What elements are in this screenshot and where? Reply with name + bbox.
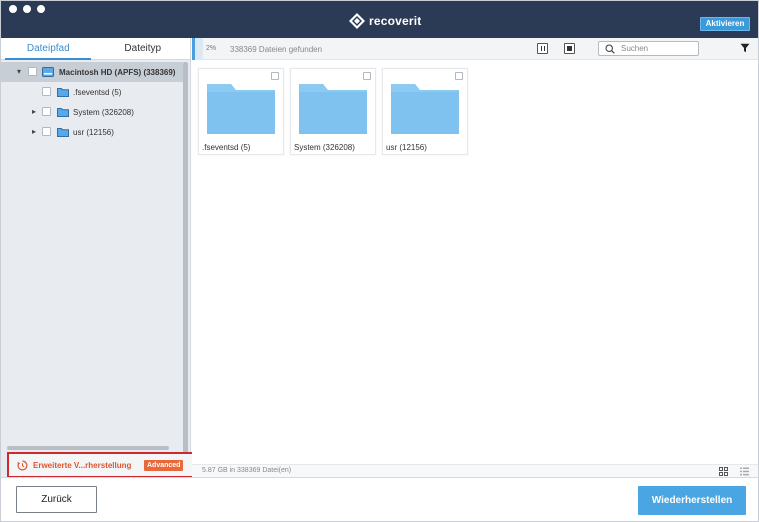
title-bar: recoverit Aktivieren bbox=[1, 1, 758, 38]
activate-button[interactable]: Aktivieren bbox=[700, 17, 750, 31]
grid-view-icon[interactable] bbox=[719, 467, 728, 476]
folder-icon bbox=[57, 107, 69, 117]
brand-name: recoverit bbox=[369, 14, 422, 28]
restore-button[interactable]: Wiederherstellen bbox=[638, 486, 746, 515]
folder-icon bbox=[57, 127, 69, 137]
tree-item-fseventsd[interactable]: .fseventsd (5) bbox=[1, 82, 183, 102]
status-bar: 5.87 GB in 338369 Datei(en) bbox=[192, 464, 758, 477]
scan-progress-percent: 2% bbox=[206, 45, 217, 52]
tree-item-label: Macintosh HD (APFS) (338369) bbox=[59, 68, 176, 77]
advanced-badge: Advanced bbox=[144, 460, 184, 471]
filter-icon[interactable] bbox=[740, 43, 750, 53]
tree-item-macintosh-hd[interactable]: ▾ Macintosh HD (APFS) (338369) bbox=[1, 62, 183, 82]
app-window: recoverit Aktivieren Dateipfad Dateityp … bbox=[0, 0, 759, 522]
search-box[interactable] bbox=[598, 41, 699, 56]
tab-file-path[interactable]: Dateipfad bbox=[1, 38, 96, 59]
tree-checkbox[interactable] bbox=[42, 107, 51, 116]
folder-icon bbox=[207, 78, 275, 134]
tab-file-type[interactable]: Dateityp bbox=[96, 38, 191, 59]
sidebar-horizontal-scrollbar[interactable] bbox=[7, 446, 169, 450]
chevron-right-icon[interactable]: ▸ bbox=[30, 108, 38, 116]
search-input[interactable] bbox=[621, 43, 697, 54]
files-found-text: 338369 Dateien gefunden bbox=[230, 45, 323, 54]
sidebar-tabs: Dateipfad Dateityp bbox=[1, 38, 190, 60]
tree-checkbox[interactable] bbox=[42, 87, 51, 96]
window-minimize-button[interactable] bbox=[23, 5, 31, 13]
tree-item-label: usr (12156) bbox=[73, 128, 114, 137]
folder-tree: ▾ Macintosh HD (APFS) (338369) .fsevents… bbox=[1, 62, 183, 142]
chevron-down-icon[interactable]: ▾ bbox=[15, 68, 23, 76]
main-panel: 2% 338369 Dateien gefunden .fseventsd (5… bbox=[192, 38, 758, 477]
total-size-text: 5.87 GB in 338369 Datei(en) bbox=[202, 467, 292, 474]
file-card-label: System (326208) bbox=[294, 143, 355, 152]
sidebar-vertical-scrollbar[interactable] bbox=[183, 62, 188, 467]
scan-progress-edge bbox=[192, 38, 195, 60]
file-card-label: usr (12156) bbox=[386, 143, 427, 152]
window-zoom-button[interactable] bbox=[37, 5, 45, 13]
tree-checkbox[interactable] bbox=[28, 67, 37, 76]
advanced-recovery-label: Erweiterte V...rherstellung bbox=[33, 461, 132, 470]
file-card-usr[interactable]: usr (12156) bbox=[382, 68, 468, 155]
tree-item-system[interactable]: ▸ System (326208) bbox=[1, 102, 183, 122]
brand: recoverit bbox=[349, 13, 422, 29]
folder-icon bbox=[391, 78, 459, 134]
pause-button[interactable] bbox=[537, 43, 548, 54]
tree-checkbox[interactable] bbox=[42, 127, 51, 136]
sidebar: Dateipfad Dateityp ▾ Macintosh HD (APFS)… bbox=[1, 38, 199, 478]
scan-progress-bar: 2% 338369 Dateien gefunden bbox=[192, 38, 758, 60]
list-view-icon[interactable] bbox=[740, 467, 749, 476]
folder-icon bbox=[57, 87, 69, 97]
recoverit-logo-icon bbox=[349, 13, 365, 29]
stop-button[interactable] bbox=[564, 43, 575, 54]
folder-icon bbox=[299, 78, 367, 134]
advanced-recovery-button[interactable]: Erweiterte V...rherstellung Advanced bbox=[7, 452, 199, 478]
tree-item-label: .fseventsd (5) bbox=[73, 88, 122, 97]
search-icon bbox=[605, 44, 615, 54]
chevron-right-icon[interactable]: ▸ bbox=[30, 128, 38, 136]
tree-item-label: System (326208) bbox=[73, 108, 134, 117]
window-close-button[interactable] bbox=[9, 5, 17, 13]
file-card-label: .fseventsd (5) bbox=[202, 143, 251, 152]
active-tab-indicator bbox=[5, 58, 91, 60]
tree-item-usr[interactable]: ▸ usr (12156) bbox=[1, 122, 183, 142]
file-card-fseventsd[interactable]: .fseventsd (5) bbox=[198, 68, 284, 155]
bottom-bar: Zurück Wiederherstellen bbox=[1, 477, 758, 521]
hard-drive-icon bbox=[42, 67, 54, 77]
back-button[interactable]: Zurück bbox=[16, 486, 97, 513]
file-card-system[interactable]: System (326208) bbox=[290, 68, 376, 155]
advanced-recovery-icon bbox=[17, 460, 28, 471]
